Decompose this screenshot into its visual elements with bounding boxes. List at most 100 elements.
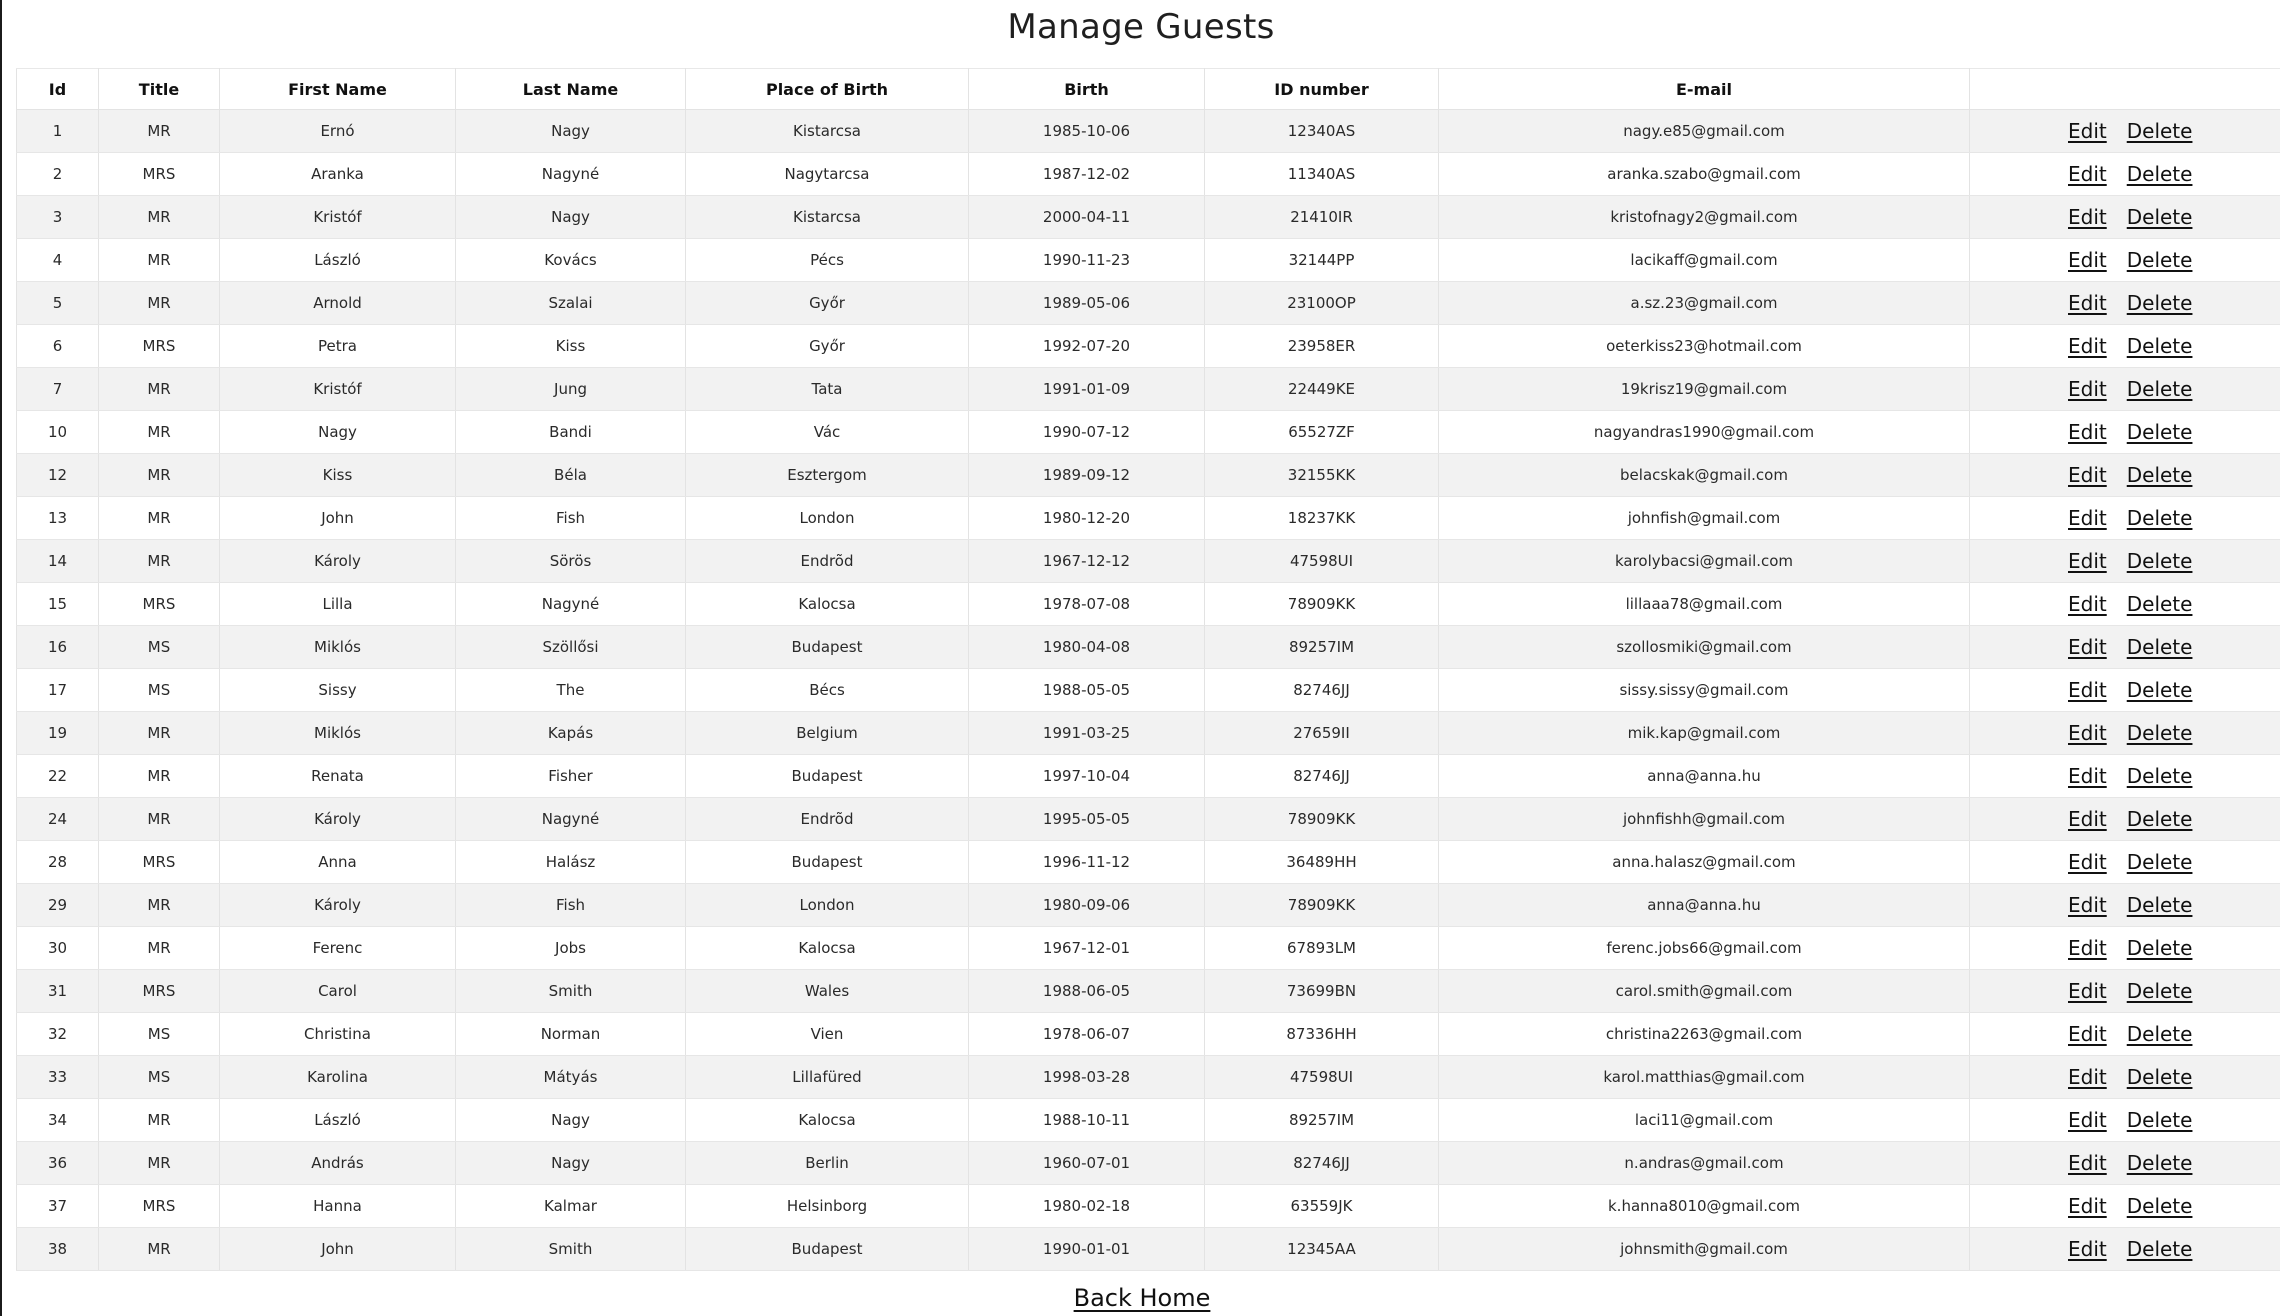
- cell-id-number: 12340AS: [1204, 109, 1439, 153]
- cell-actions: Edit Delete: [1969, 152, 2280, 196]
- delete-link[interactable]: Delete: [2127, 721, 2193, 745]
- delete-link[interactable]: Delete: [2127, 377, 2193, 401]
- edit-link[interactable]: Edit: [2068, 1151, 2107, 1175]
- edit-link[interactable]: Edit: [2068, 420, 2107, 444]
- cell-first-name: Carol: [219, 969, 456, 1013]
- edit-link[interactable]: Edit: [2068, 1022, 2107, 1046]
- edit-link[interactable]: Edit: [2068, 979, 2107, 1003]
- cell-first-name: John: [219, 1227, 456, 1271]
- cell-birth: 1960-07-01: [968, 1141, 1205, 1185]
- delete-link[interactable]: Delete: [2127, 850, 2193, 874]
- cell-birth: 1991-03-25: [968, 711, 1205, 755]
- delete-link[interactable]: Delete: [2127, 807, 2193, 831]
- edit-link[interactable]: Edit: [2068, 1194, 2107, 1218]
- cell-last-name: Fisher: [455, 754, 686, 798]
- edit-link[interactable]: Edit: [2068, 592, 2107, 616]
- edit-link[interactable]: Edit: [2068, 334, 2107, 358]
- delete-link[interactable]: Delete: [2127, 205, 2193, 229]
- delete-link[interactable]: Delete: [2127, 549, 2193, 573]
- cell-email: lacikaff@gmail.com: [1438, 238, 1970, 282]
- edit-link[interactable]: Edit: [2068, 162, 2107, 186]
- cell-birth: 1988-10-11: [968, 1098, 1205, 1142]
- delete-link[interactable]: Delete: [2127, 1022, 2193, 1046]
- delete-link[interactable]: Delete: [2127, 1065, 2193, 1089]
- cell-id-number: 89257IM: [1204, 1098, 1439, 1142]
- cell-place-of-birth: Vien: [685, 1012, 969, 1056]
- cell-last-name: Sörös: [455, 539, 686, 583]
- delete-link[interactable]: Delete: [2127, 506, 2193, 530]
- cell-place-of-birth: Berlin: [685, 1141, 969, 1185]
- edit-link[interactable]: Edit: [2068, 1108, 2107, 1132]
- edit-link[interactable]: Edit: [2068, 764, 2107, 788]
- edit-link[interactable]: Edit: [2068, 807, 2107, 831]
- delete-link[interactable]: Delete: [2127, 1151, 2193, 1175]
- delete-link[interactable]: Delete: [2127, 1108, 2193, 1132]
- table-row: 10 MR Nagy Bandi Vác 1990-07-12 65527ZF nagyand…: [16, 410, 2280, 454]
- edit-link[interactable]: Edit: [2068, 1065, 2107, 1089]
- delete-link[interactable]: Delete: [2127, 936, 2193, 960]
- table-row: 19 MR Miklós Kapás Belgium 1991-03-25 27659II m…: [16, 711, 2280, 755]
- cell-title: MR: [98, 453, 220, 497]
- table-row: 17 MS Sissy The Bécs 1988-05-05 82746JJ sissy.s…: [16, 668, 2280, 712]
- edit-link[interactable]: Edit: [2068, 936, 2107, 960]
- edit-link[interactable]: Edit: [2068, 205, 2107, 229]
- delete-link[interactable]: Delete: [2127, 248, 2193, 272]
- cell-first-name: Ernó: [219, 109, 456, 153]
- delete-link[interactable]: Delete: [2127, 420, 2193, 444]
- cell-email: lillaaa78@gmail.com: [1438, 582, 1970, 626]
- delete-link[interactable]: Delete: [2127, 592, 2193, 616]
- cell-title: MRS: [98, 152, 220, 196]
- edit-link[interactable]: Edit: [2068, 291, 2107, 315]
- cell-email: johnfish@gmail.com: [1438, 496, 1970, 540]
- edit-link[interactable]: Edit: [2068, 248, 2107, 272]
- table-body: 1 MR Ernó Nagy Kistarcsa 1985-10-06 12340AS nag…: [16, 109, 2280, 1271]
- cell-email: mik.kap@gmail.com: [1438, 711, 1970, 755]
- delete-link[interactable]: Delete: [2127, 119, 2193, 143]
- back-home-link[interactable]: Back Home: [1074, 1284, 1211, 1312]
- edit-link[interactable]: Edit: [2068, 850, 2107, 874]
- cell-first-name: Nagy: [219, 410, 456, 454]
- edit-link[interactable]: Edit: [2068, 463, 2107, 487]
- edit-link[interactable]: Edit: [2068, 506, 2107, 530]
- delete-link[interactable]: Delete: [2127, 893, 2193, 917]
- delete-link[interactable]: Delete: [2127, 1194, 2193, 1218]
- cell-email: nagy.e85@gmail.com: [1438, 109, 1970, 153]
- cell-last-name: Nagy: [455, 195, 686, 239]
- cell-email: anna@anna.hu: [1438, 754, 1970, 798]
- table-row: 6 MRS Petra Kiss Győr 1992-07-20 23958ER oeterk…: [16, 324, 2280, 368]
- delete-link[interactable]: Delete: [2127, 1237, 2193, 1261]
- cell-id: 7: [16, 367, 99, 411]
- cell-actions: Edit Delete: [1969, 840, 2280, 884]
- edit-link[interactable]: Edit: [2068, 893, 2107, 917]
- table-row: 13 MR John Fish London 1980-12-20 18237KK johnf…: [16, 496, 2280, 540]
- table-row: 1 MR Ernó Nagy Kistarcsa 1985-10-06 12340AS nag…: [16, 109, 2280, 153]
- delete-link[interactable]: Delete: [2127, 162, 2193, 186]
- cell-first-name: László: [219, 1098, 456, 1142]
- edit-link[interactable]: Edit: [2068, 721, 2107, 745]
- delete-link[interactable]: Delete: [2127, 334, 2193, 358]
- edit-link[interactable]: Edit: [2068, 549, 2107, 573]
- delete-link[interactable]: Delete: [2127, 678, 2193, 702]
- delete-link[interactable]: Delete: [2127, 291, 2193, 315]
- cell-title: MR: [98, 410, 220, 454]
- cell-place-of-birth: Kalocsa: [685, 1098, 969, 1142]
- cell-first-name: John: [219, 496, 456, 540]
- cell-title: MR: [98, 711, 220, 755]
- delete-link[interactable]: Delete: [2127, 764, 2193, 788]
- cell-place-of-birth: Kalocsa: [685, 926, 969, 970]
- cell-id: 28: [16, 840, 99, 884]
- column-header-id: Id: [16, 68, 99, 110]
- cell-actions: Edit Delete: [1969, 238, 2280, 282]
- edit-link[interactable]: Edit: [2068, 119, 2107, 143]
- edit-link[interactable]: Edit: [2068, 1237, 2107, 1261]
- delete-link[interactable]: Delete: [2127, 463, 2193, 487]
- cell-place-of-birth: Kalocsa: [685, 582, 969, 626]
- edit-link[interactable]: Edit: [2068, 635, 2107, 659]
- edit-link[interactable]: Edit: [2068, 678, 2107, 702]
- cell-place-of-birth: Budapest: [685, 625, 969, 669]
- delete-link[interactable]: Delete: [2127, 635, 2193, 659]
- edit-link[interactable]: Edit: [2068, 377, 2107, 401]
- delete-link[interactable]: Delete: [2127, 979, 2193, 1003]
- cell-title: MR: [98, 883, 220, 927]
- cell-last-name: Nagy: [455, 109, 686, 153]
